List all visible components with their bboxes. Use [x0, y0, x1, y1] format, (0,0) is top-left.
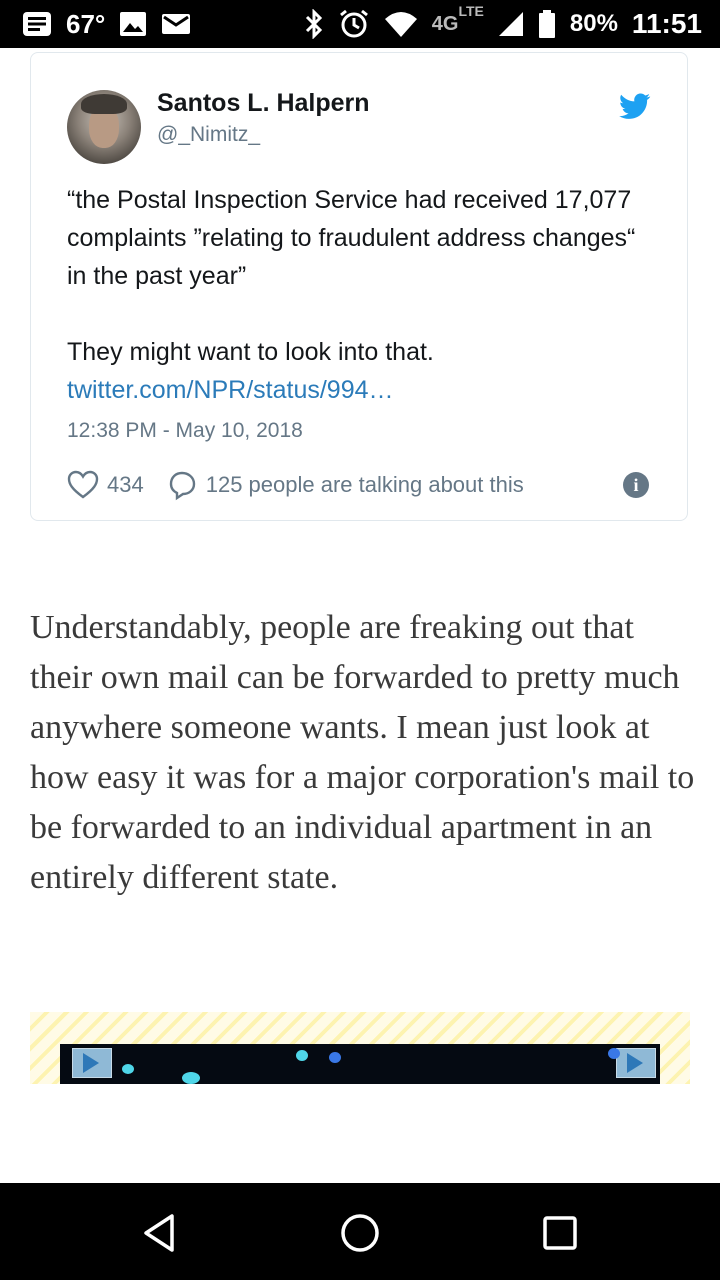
status-bar: 67° 4G LTE 80% 11:51 [0, 0, 720, 48]
embedded-tweet[interactable]: Santos L. Halpern @_Nimitz_ “the Postal … [30, 52, 688, 521]
tweet-text-comment: They might want to look into that. [67, 338, 434, 366]
bluetooth-icon [305, 9, 322, 39]
info-icon[interactable]: i [623, 472, 649, 498]
ad-banner[interactable] [30, 1012, 690, 1084]
recents-icon[interactable] [538, 1211, 582, 1255]
temperature: 67° [66, 8, 106, 39]
tweet-actions: 434 125 people are talking about this [67, 467, 546, 503]
adchoices-icon-right[interactable] [616, 1048, 656, 1078]
ad-video-bar[interactable] [60, 1044, 660, 1084]
home-icon[interactable] [338, 1211, 382, 1255]
image-icon [120, 12, 147, 36]
navigation-bar [0, 1183, 720, 1280]
tweet-timestamp[interactable]: 12:38 PM - May 10, 2018 [67, 419, 303, 443]
adchoices-icon[interactable] [72, 1048, 112, 1078]
article-paragraph: Understandably, people are freaking out … [30, 609, 695, 896]
ad-dot [296, 1050, 308, 1061]
mail-icon [162, 14, 191, 34]
like-count[interactable]: 434 [107, 472, 144, 498]
ad-dot [329, 1052, 341, 1063]
clock: 11:51 [631, 8, 702, 39]
reply-bubble-icon[interactable] [166, 469, 198, 501]
battery-percent: 80% [569, 10, 618, 37]
ad-dot [122, 1064, 134, 1074]
tweet-text: “the Postal Inspection Service had recei… [67, 181, 657, 409]
ad-dot [608, 1048, 620, 1059]
network-type: 4G [431, 12, 459, 35]
tweet-author-name[interactable]: Santos L. Halpern [157, 89, 370, 118]
tweet-author-handle[interactable]: @_Nimitz_ [157, 123, 260, 147]
ad-dot [182, 1072, 200, 1084]
alarm-icon [339, 9, 368, 38]
battery-icon [538, 10, 555, 38]
avatar[interactable] [67, 90, 141, 164]
tweet-text-quote: “the Postal Inspection Service had recei… [67, 186, 636, 290]
back-icon[interactable] [138, 1211, 182, 1255]
tweet-link[interactable]: twitter.com/NPR/status/994… [67, 376, 394, 404]
heart-icon[interactable] [67, 469, 99, 501]
network-subtype: LTE [458, 2, 484, 19]
wifi-icon [384, 12, 417, 37]
twitter-bird-icon[interactable] [619, 93, 651, 121]
talking-count[interactable]: 125 people are talking about this [206, 472, 524, 498]
notification-icon [23, 12, 51, 36]
signal-icon [498, 12, 523, 36]
